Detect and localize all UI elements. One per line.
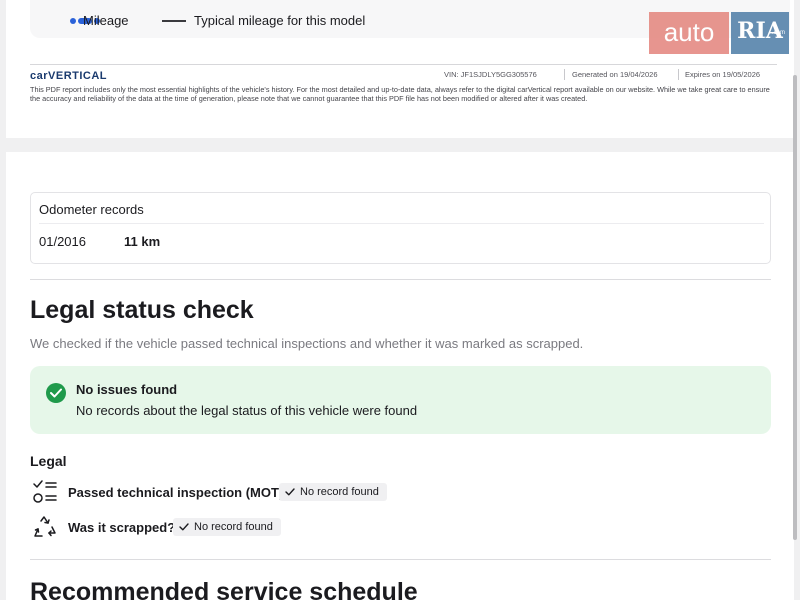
scrapped-status-badge: No record found [173, 518, 281, 536]
section-divider [30, 559, 771, 560]
meta-separator [678, 69, 679, 80]
odometer-records-title: Odometer records [39, 202, 144, 217]
odometer-record-value: 11 km [124, 234, 161, 249]
legal-status-heading: Legal status check [30, 296, 254, 324]
mot-status-badge: No record found [279, 483, 387, 501]
legal-result-title: No issues found [76, 382, 178, 397]
expires-date: Expires on 19/05/2026 [685, 70, 761, 79]
typical-mileage-legend-marker [162, 20, 186, 22]
check-icon [285, 488, 295, 496]
legal-status-subtitle: We checked if the vehicle passed technic… [30, 336, 584, 351]
report-page-current: Odometer records 01/2016 11 km Legal sta… [6, 152, 794, 600]
legend-typical-label: Typical mileage for this model [194, 13, 366, 28]
recycle-icon [32, 515, 58, 541]
vin-text: VIN: JF1SJDLY5GG305576 [444, 70, 537, 79]
divider [39, 223, 764, 224]
legal-section-label: Legal [30, 453, 67, 469]
watermark-auto-logo: auto [649, 12, 729, 54]
legal-result-text: No records about the legal status of thi… [76, 403, 418, 418]
mot-status-text: No record found [300, 486, 379, 498]
watermark-ria-logo: RIA .com [731, 12, 789, 54]
legal-result-banner: No issues found No records about the leg… [30, 366, 771, 434]
check-circle-icon [46, 383, 66, 403]
odometer-records-card: Odometer records 01/2016 11 km [30, 192, 771, 264]
scrapped-label: Was it scrapped? [68, 520, 176, 535]
watermark-domain: .com [771, 30, 785, 36]
service-schedule-heading: Recommended service schedule [30, 578, 418, 600]
generated-date: Generated on 19/04/2026 [572, 70, 658, 79]
meta-separator [564, 69, 565, 80]
odometer-record-date: 01/2016 [39, 234, 86, 249]
disclaimer-text: This PDF report includes only the most e… [30, 85, 770, 103]
legend-mileage-label: Mileage [83, 13, 129, 28]
checklist-icon [32, 479, 58, 505]
scrollbar-thumb[interactable] [793, 75, 797, 540]
check-icon [179, 523, 189, 531]
scrapped-status-text: No record found [194, 521, 273, 533]
section-divider [30, 279, 771, 280]
divider [30, 64, 777, 65]
carvertical-logo: carVERTICAL [30, 70, 108, 82]
mot-inspection-label: Passed technical inspection (MOT)? [68, 485, 292, 500]
